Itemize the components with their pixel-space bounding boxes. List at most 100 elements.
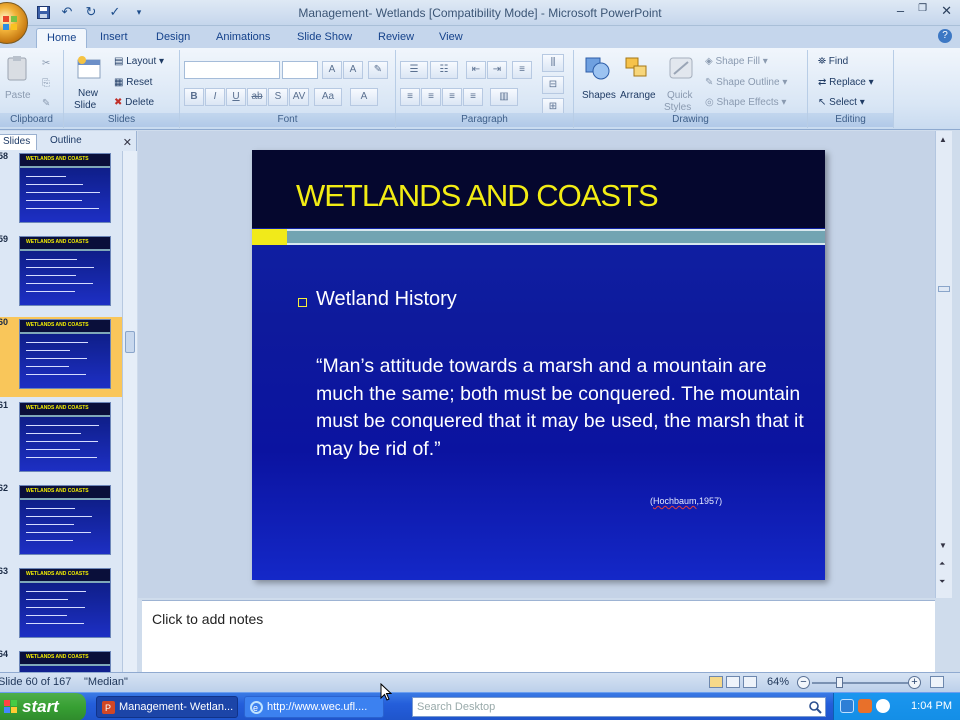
slide-thumbnail-row[interactable]: 64 WETLANDS AND COASTS bbox=[0, 649, 122, 672]
justify-icon[interactable]: ≡ bbox=[463, 88, 483, 106]
tab-home[interactable]: Home bbox=[36, 28, 88, 48]
taskbar-item-browser[interactable]: e http://www.wec.ufl.... bbox=[244, 696, 384, 718]
desktop-search-field[interactable]: Search Desktop bbox=[412, 697, 826, 717]
scroll-down-icon[interactable]: ▼ bbox=[939, 541, 947, 550]
fit-to-window-icon[interactable] bbox=[930, 676, 944, 688]
numbering-icon[interactable]: ☷ bbox=[430, 61, 458, 79]
slide-thumbnail-row[interactable]: 61 WETLANDS AND COASTS bbox=[0, 400, 122, 480]
volume-icon[interactable] bbox=[876, 699, 890, 713]
taskbar-item-powerpoint[interactable]: P Management- Wetlan... bbox=[96, 696, 238, 718]
minimize-icon[interactable]: – bbox=[897, 3, 904, 19]
slide-thumbnail[interactable]: WETLANDS AND COASTS bbox=[19, 568, 111, 638]
quick-styles-label-1[interactable]: Quick bbox=[667, 90, 693, 101]
columns-icon[interactable]: ▥ bbox=[490, 88, 518, 106]
bullets-icon[interactable]: ☰ bbox=[400, 61, 428, 79]
shadow-icon[interactable]: S bbox=[268, 88, 288, 106]
slide-show-icon[interactable] bbox=[743, 676, 757, 688]
align-center-icon[interactable]: ≡ bbox=[421, 88, 441, 106]
format-painter-icon[interactable]: ✎ bbox=[42, 98, 50, 109]
cut-icon[interactable]: ✂ bbox=[42, 58, 50, 69]
new-slide-label-1[interactable]: New bbox=[78, 88, 98, 99]
tab-view[interactable]: View bbox=[429, 28, 473, 48]
notes-placeholder[interactable]: Click to add notes bbox=[152, 611, 263, 627]
reset-button[interactable]: ▦ Reset bbox=[114, 77, 152, 88]
slide-thumbnail-row[interactable]: 59 WETLANDS AND COASTS bbox=[0, 234, 122, 314]
slide-thumbnail[interactable]: WETLANDS AND COASTS bbox=[19, 319, 111, 389]
help-icon[interactable]: ? bbox=[938, 29, 952, 43]
shrink-font-icon[interactable]: A bbox=[343, 61, 363, 79]
font-color-icon[interactable]: A bbox=[350, 88, 378, 106]
slide-canvas[interactable]: WETLANDS AND COASTS Wetland History “Man… bbox=[252, 150, 825, 580]
restore-icon[interactable]: ❐ bbox=[918, 3, 927, 19]
strikethrough-icon[interactable]: ab bbox=[247, 88, 267, 106]
delete-button[interactable]: ✖ Delete bbox=[114, 97, 154, 108]
underline-icon[interactable]: U bbox=[226, 88, 246, 106]
zoom-slider[interactable] bbox=[812, 682, 908, 684]
pane-scroll-thumb[interactable] bbox=[125, 331, 135, 353]
tab-animations[interactable]: Animations bbox=[206, 28, 280, 48]
slide-thumbnail-row[interactable]: 60 WETLANDS AND COASTS bbox=[0, 317, 122, 397]
tab-slide-show[interactable]: Slide Show bbox=[287, 28, 362, 48]
quick-styles-icon[interactable] bbox=[666, 54, 696, 82]
align-text-icon[interactable]: ⊟ bbox=[542, 76, 564, 94]
line-spacing-icon[interactable]: ≡ bbox=[512, 61, 532, 79]
zoom-level[interactable]: 64% bbox=[767, 676, 789, 688]
shapes-icon[interactable] bbox=[582, 54, 612, 82]
tab-review[interactable]: Review bbox=[368, 28, 424, 48]
slide-sorter-icon[interactable] bbox=[726, 676, 740, 688]
decrease-indent-icon[interactable]: ⇤ bbox=[466, 61, 486, 79]
find-button[interactable]: ⛯ Find bbox=[818, 56, 848, 67]
search-icon[interactable] bbox=[808, 700, 822, 714]
close-pane-icon[interactable]: ✕ bbox=[123, 136, 132, 149]
select-button[interactable]: ↖ Select ▾ bbox=[818, 97, 865, 108]
font-name-field[interactable] bbox=[184, 61, 280, 79]
layout-button[interactable]: ▤ Layout ▾ bbox=[114, 56, 164, 67]
slide-thumbnail[interactable]: WETLANDS AND COASTS bbox=[19, 651, 111, 672]
tab-design[interactable]: Design bbox=[146, 28, 200, 48]
normal-view-icon[interactable] bbox=[709, 676, 723, 688]
zoom-slider-handle[interactable] bbox=[836, 677, 843, 688]
bold-icon[interactable]: B bbox=[184, 88, 204, 106]
change-case-icon[interactable]: Aa bbox=[314, 88, 342, 106]
slide-thumbnail[interactable]: WETLANDS AND COASTS bbox=[19, 402, 111, 472]
next-slide-icon[interactable]: ⏷ bbox=[939, 577, 945, 587]
new-slide-label-2[interactable]: Slide bbox=[74, 100, 96, 111]
zoom-in-icon[interactable]: + bbox=[908, 676, 921, 689]
slide-thumbnail[interactable]: WETLANDS AND COASTS bbox=[19, 236, 111, 306]
slide-thumbnail[interactable]: WETLANDS AND COASTS bbox=[19, 485, 111, 555]
paste-icon[interactable] bbox=[2, 54, 32, 82]
increase-indent-icon[interactable]: ⇥ bbox=[487, 61, 507, 79]
slide-quote[interactable]: “Man’s attitude towards a marsh and a mo… bbox=[316, 353, 806, 463]
shape-effects-button[interactable]: ◎ Shape Effects ▾ bbox=[705, 97, 786, 108]
close-icon[interactable]: ✕ bbox=[941, 3, 952, 19]
new-slide-icon[interactable] bbox=[74, 54, 104, 82]
clear-formatting-icon[interactable]: ✎ bbox=[368, 61, 388, 79]
arrange-label[interactable]: Arrange bbox=[620, 90, 656, 101]
scroll-up-icon[interactable]: ▲ bbox=[939, 135, 947, 144]
zoom-out-icon[interactable]: − bbox=[797, 676, 810, 689]
text-direction-icon[interactable]: ⫼ bbox=[542, 54, 564, 72]
network-icon[interactable] bbox=[840, 699, 854, 713]
slide-thumbnail-row[interactable]: 63 WETLANDS AND COASTS bbox=[0, 566, 122, 646]
tab-outline[interactable]: Outline bbox=[44, 134, 88, 150]
tab-slides[interactable]: Slides bbox=[0, 134, 38, 150]
shapes-label[interactable]: Shapes bbox=[582, 90, 616, 101]
pane-scrollbar[interactable] bbox=[122, 151, 137, 672]
grow-font-icon[interactable]: A bbox=[322, 61, 342, 79]
previous-slide-icon[interactable]: ⏶ bbox=[939, 559, 945, 569]
shape-fill-button[interactable]: ◈ Shape Fill ▾ bbox=[705, 56, 768, 67]
tab-insert[interactable]: Insert bbox=[90, 28, 138, 48]
slide-title[interactable]: WETLANDS AND COASTS bbox=[296, 178, 659, 214]
slide-thumbnail[interactable]: WETLANDS AND COASTS bbox=[19, 153, 111, 223]
shape-outline-button[interactable]: ✎ Shape Outline ▾ bbox=[705, 77, 787, 88]
arrange-icon[interactable] bbox=[622, 54, 652, 82]
slide-scroll-thumb[interactable] bbox=[938, 286, 950, 292]
start-button[interactable]: start bbox=[0, 693, 86, 720]
slide-citation[interactable]: (Hochbaum,1957) bbox=[650, 496, 722, 506]
replace-button[interactable]: ⇄ Replace ▾ bbox=[818, 77, 874, 88]
security-icon[interactable] bbox=[858, 699, 872, 713]
slide-scrollbar[interactable]: ▲ ▼ ⏶ ⏷ bbox=[935, 131, 952, 598]
font-size-field[interactable] bbox=[282, 61, 318, 79]
align-right-icon[interactable]: ≡ bbox=[442, 88, 462, 106]
slide-thumbnail-row[interactable]: 62 WETLANDS AND COASTS bbox=[0, 483, 122, 563]
